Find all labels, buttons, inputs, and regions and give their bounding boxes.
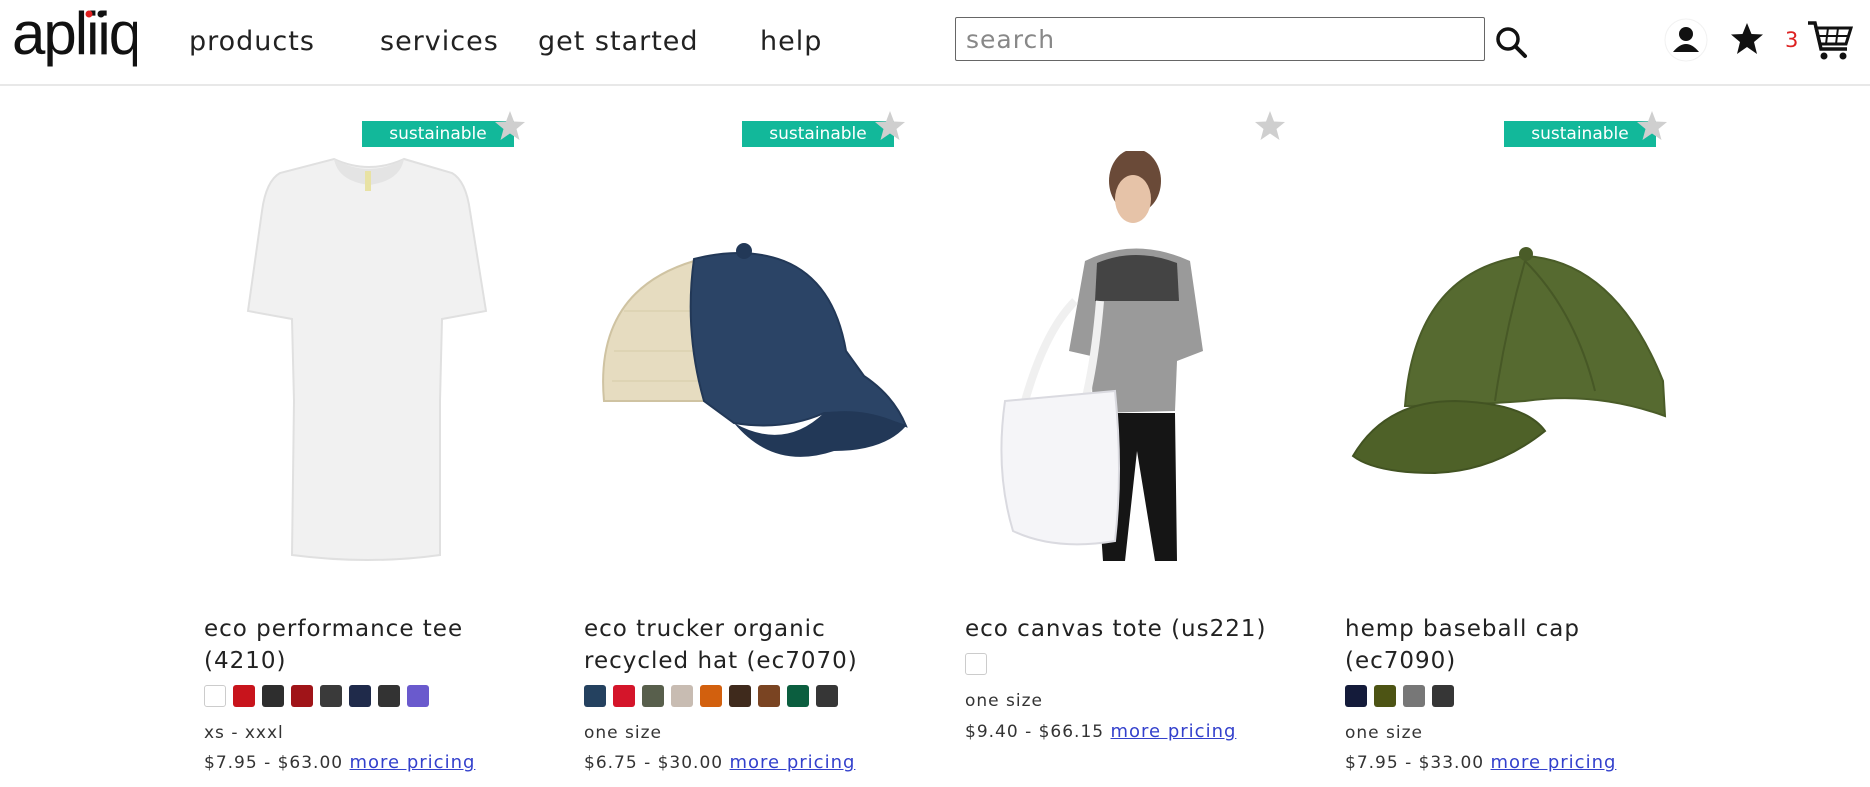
favorite-star-icon[interactable] (872, 108, 908, 144)
cart-icon[interactable] (1806, 18, 1854, 62)
price-range: $7.95 - $63.00 (204, 753, 344, 773)
product-title[interactable]: eco performance tee (4210) (204, 613, 534, 677)
nav-services[interactable]: services (380, 26, 499, 57)
swatch-rust[interactable] (758, 685, 780, 707)
tshirt-image[interactable] (204, 151, 534, 571)
apliiq-logo[interactable]: apliiq (12, 2, 137, 80)
search-input[interactable] (955, 17, 1485, 61)
more-pricing-link[interactable]: more pricing (1491, 752, 1617, 773)
swatch-charcoal[interactable] (262, 685, 284, 707)
site-header: apliiq products services get started hel… (0, 0, 1870, 86)
product-card[interactable]: sustainable eco trucker organic recycled… (584, 96, 914, 786)
nav-get-started[interactable]: get started (538, 26, 699, 57)
price-line: $6.75 - $30.00 more pricing (584, 752, 855, 773)
swatch-green[interactable] (787, 685, 809, 707)
color-swatches (204, 685, 429, 707)
more-pricing-link[interactable]: more pricing (730, 752, 856, 773)
swatch-black[interactable] (378, 685, 400, 707)
product-title[interactable]: eco trucker organic recycled hat (ec7070… (584, 613, 914, 677)
more-pricing-link[interactable]: more pricing (1111, 721, 1237, 742)
swatch-red[interactable] (233, 685, 255, 707)
swatch-orange[interactable] (700, 685, 722, 707)
product-card[interactable]: eco canvas tote (us221) one size $9.40 -… (965, 96, 1295, 786)
trucker-hat-image[interactable] (584, 151, 914, 571)
product-card[interactable]: sustainable eco performance tee (4210) x… (204, 96, 534, 786)
favorites-count: 3 (1785, 28, 1799, 52)
price-range: $6.75 - $30.00 (584, 753, 724, 773)
color-swatches (965, 653, 987, 675)
swatch-black[interactable] (816, 685, 838, 707)
size-range: one size (584, 723, 663, 743)
swatch-olive[interactable] (1374, 685, 1396, 707)
swatch-red[interactable] (613, 685, 635, 707)
swatch-navy[interactable] (584, 685, 606, 707)
price-line: $7.95 - $33.00 more pricing (1345, 752, 1616, 773)
product-card[interactable]: sustainable hemp baseball cap (ec7090) o… (1345, 96, 1675, 786)
price-range: $9.40 - $66.15 (965, 722, 1105, 742)
favorite-star-icon[interactable] (1634, 108, 1670, 144)
swatch-white[interactable] (204, 685, 226, 707)
logo-text: apliiq (12, 2, 137, 67)
favorite-star-icon[interactable] (1252, 108, 1288, 144)
swatch-black[interactable] (1432, 685, 1454, 707)
search-icon[interactable] (1494, 25, 1528, 59)
price-range: $7.95 - $33.00 (1345, 753, 1485, 773)
hemp-cap-image[interactable] (1345, 151, 1675, 571)
color-swatches (584, 685, 838, 707)
size-range: xs - xxxl (204, 723, 284, 743)
price-line: $7.95 - $63.00 more pricing (204, 752, 475, 773)
nav-help[interactable]: help (760, 26, 822, 57)
swatch-natural[interactable] (965, 653, 987, 675)
favorites-star-icon[interactable] (1729, 21, 1765, 57)
swatch-khaki[interactable] (671, 685, 693, 707)
canvas-tote-image[interactable] (965, 151, 1295, 571)
price-line: $9.40 - $66.15 more pricing (965, 721, 1236, 742)
size-range: one size (1345, 723, 1424, 743)
color-swatches (1345, 685, 1454, 707)
favorite-star-icon[interactable] (492, 108, 528, 144)
product-title[interactable]: eco canvas tote (us221) (965, 613, 1295, 645)
account-icon[interactable] (1664, 18, 1708, 62)
swatch-navy[interactable] (349, 685, 371, 707)
size-range: one size (965, 691, 1044, 711)
swatch-brown[interactable] (729, 685, 751, 707)
swatch-gray[interactable] (1403, 685, 1425, 707)
swatch-dark-red[interactable] (291, 685, 313, 707)
swatch-gray[interactable] (320, 685, 342, 707)
nav-products[interactable]: products (189, 26, 315, 57)
product-title[interactable]: hemp baseball cap (ec7090) (1345, 613, 1675, 677)
swatch-navy[interactable] (1345, 685, 1367, 707)
swatch-olive[interactable] (642, 685, 664, 707)
swatch-purple[interactable] (407, 685, 429, 707)
more-pricing-link[interactable]: more pricing (350, 752, 476, 773)
